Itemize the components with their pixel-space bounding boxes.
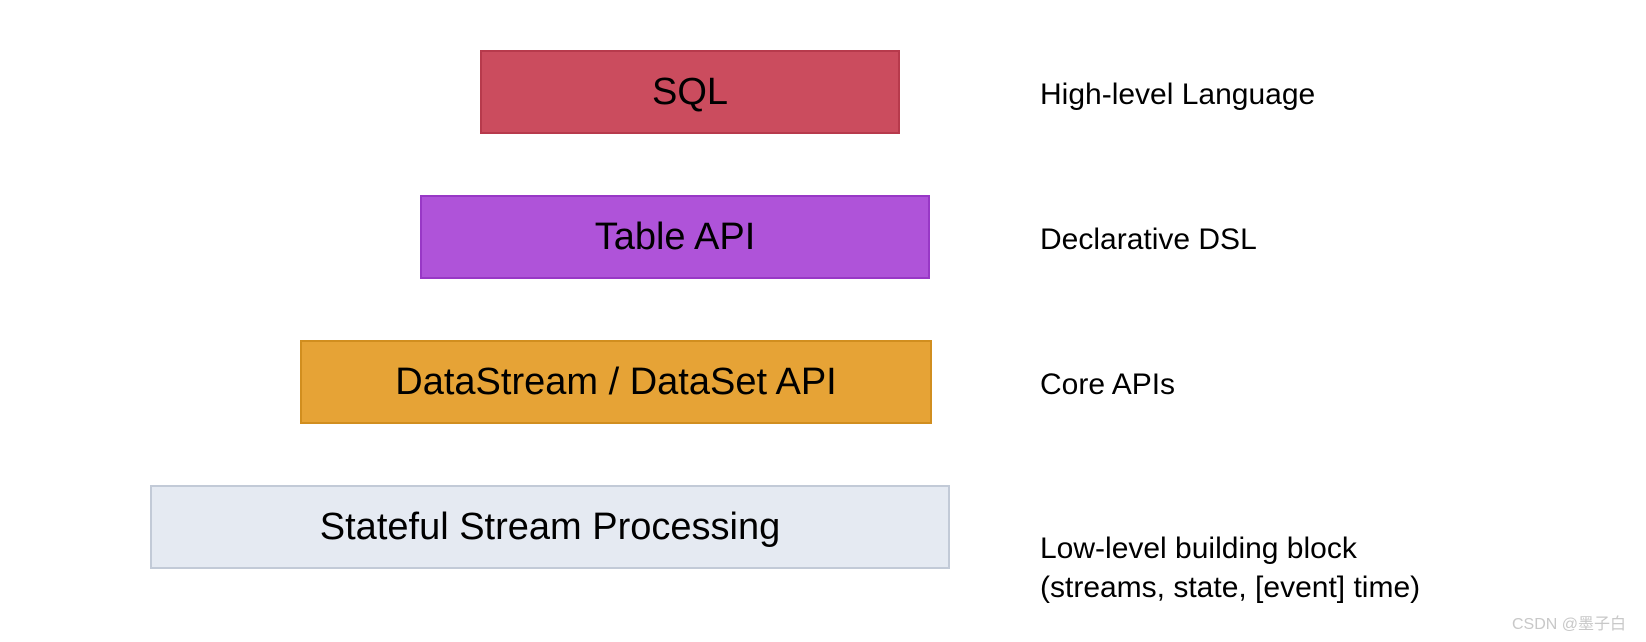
layer-label-datastream: DataStream / DataSet API: [395, 361, 836, 404]
layer-label-table-api: Table API: [595, 216, 756, 259]
layer-desc-datastream: Core APIs: [1040, 365, 1175, 404]
layer-desc-sql: High-level Language: [1040, 75, 1315, 114]
layer-box-table-api: Table API: [420, 195, 930, 279]
layer-box-sql: SQL: [480, 50, 900, 134]
layered-api-diagram: SQL High-level Language Table API Declar…: [0, 0, 1646, 642]
layer-label-stateful: Stateful Stream Processing: [320, 506, 780, 549]
layer-label-sql: SQL: [652, 71, 728, 114]
layer-box-stateful: Stateful Stream Processing: [150, 485, 950, 569]
layer-box-datastream: DataStream / DataSet API: [300, 340, 932, 424]
layer-desc-table-api: Declarative DSL: [1040, 220, 1257, 259]
layer-desc-stateful: Low-level building block (streams, state…: [1040, 490, 1420, 607]
watermark: CSDN @墨子白: [1512, 610, 1626, 634]
